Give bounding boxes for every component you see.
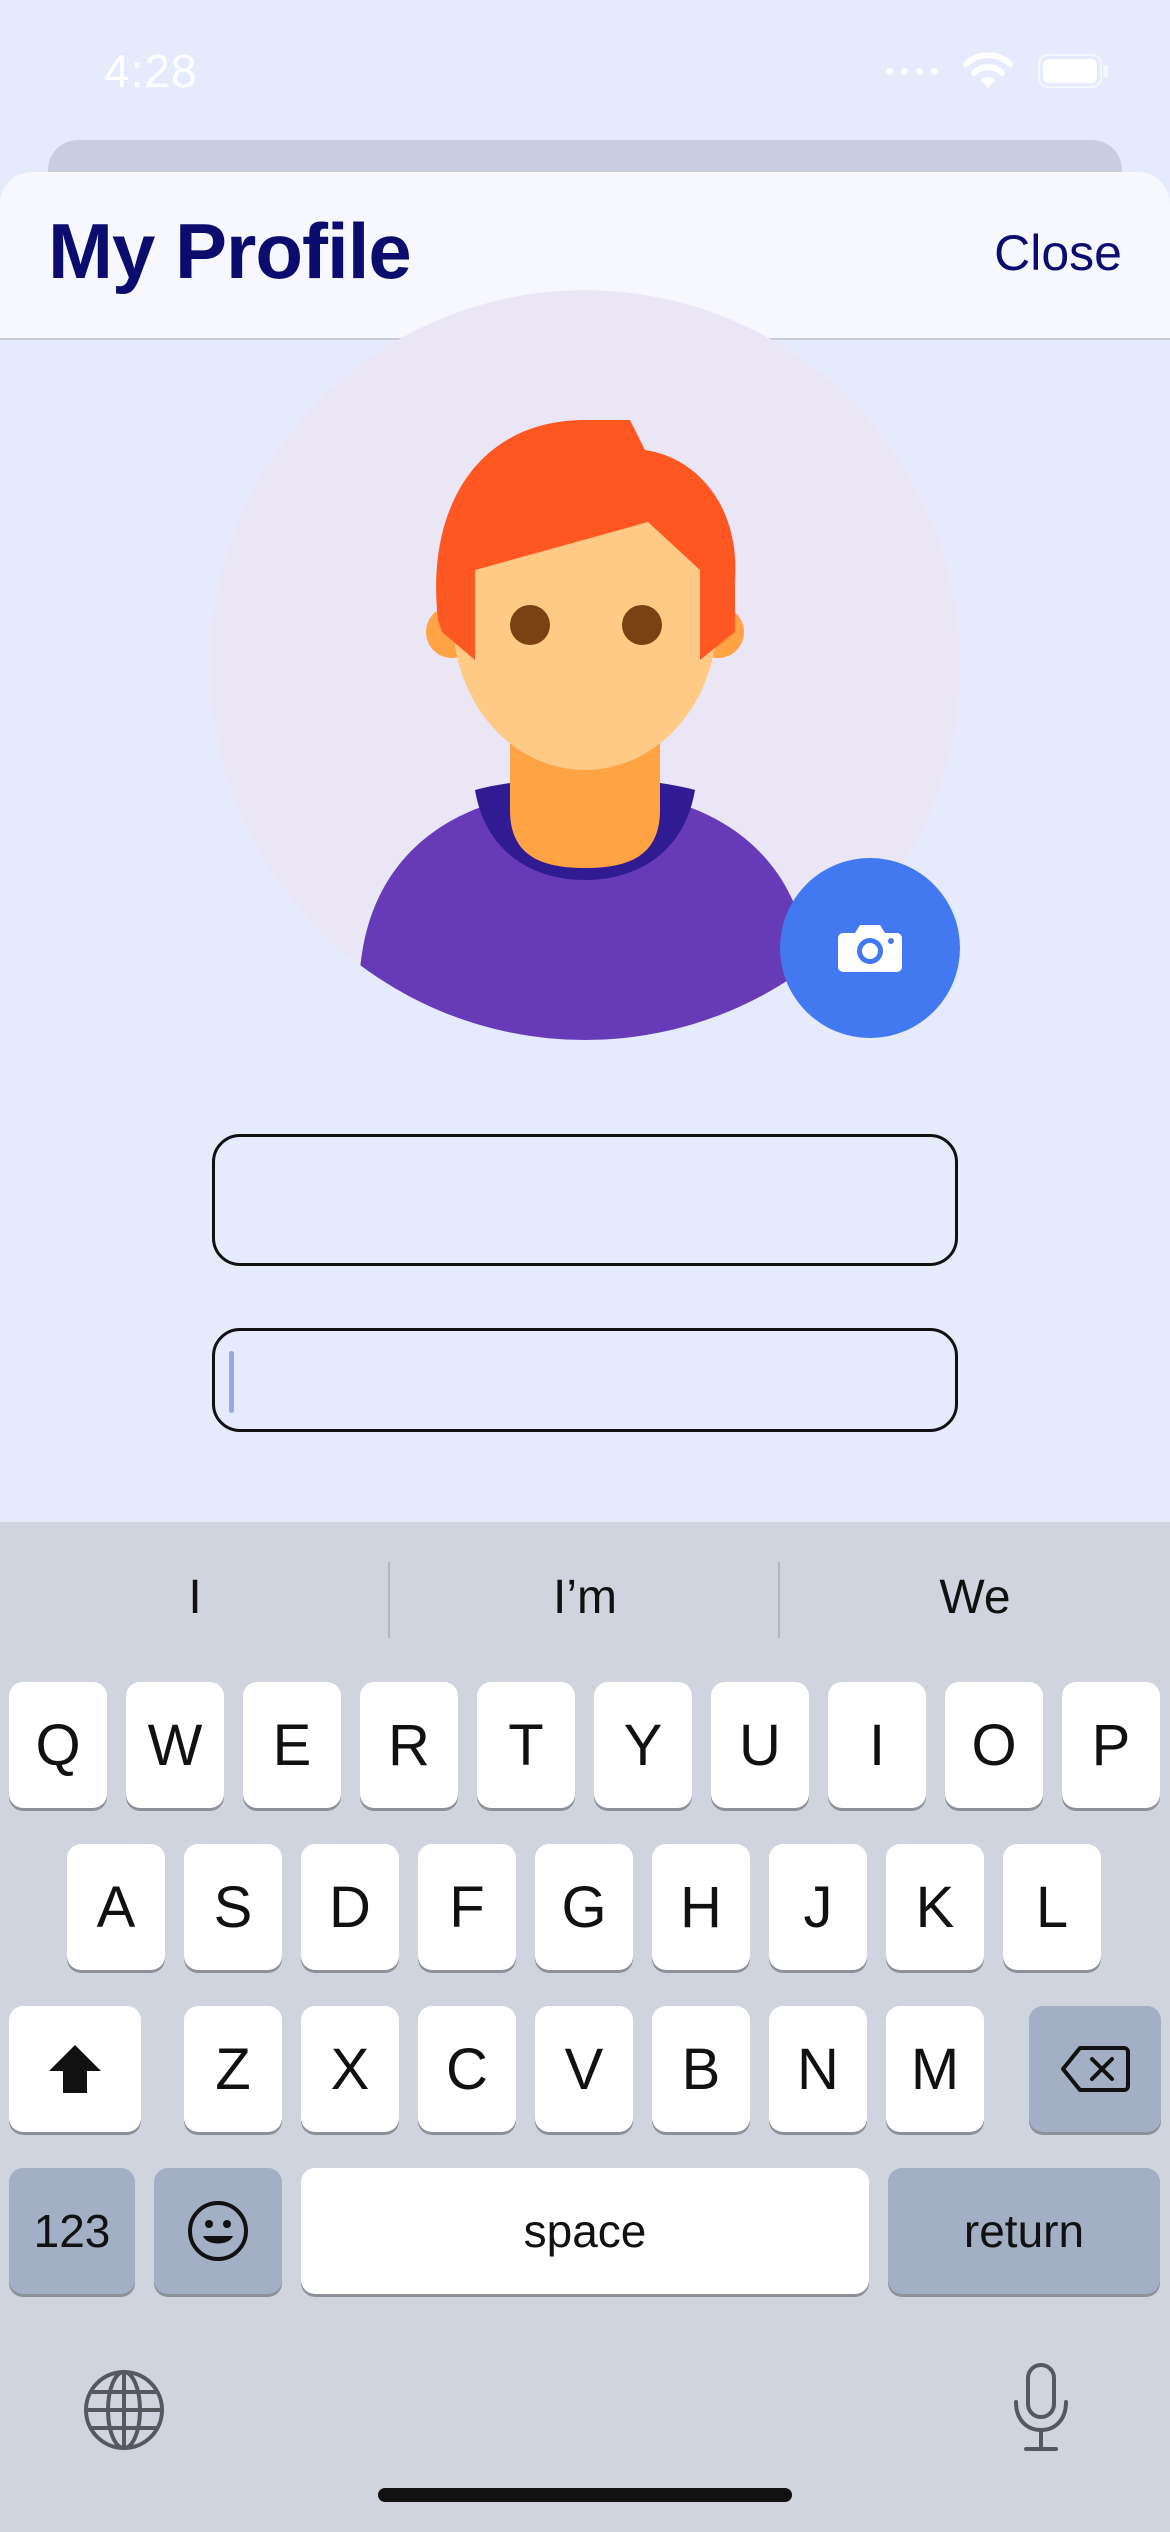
key-v[interactable]: V <box>535 2006 633 2132</box>
dictation-button[interactable] <box>1010 2362 1072 2459</box>
key-z[interactable]: Z <box>184 2006 282 2132</box>
backspace-key[interactable] <box>1029 2006 1161 2132</box>
key-p[interactable]: P <box>1062 1682 1160 1808</box>
key-o[interactable]: O <box>945 1682 1043 1808</box>
key-t[interactable]: T <box>477 1682 575 1808</box>
space-key[interactable]: space <box>301 2168 869 2294</box>
text-input-focused[interactable] <box>212 1328 958 1432</box>
suggestion-2[interactable]: I’m <box>390 1570 780 1625</box>
backspace-icon <box>1061 2046 1130 2092</box>
screen: 4:28 My Profile Close I I’m We Q W E R T… <box>0 0 1170 2532</box>
page-title: My Profile <box>48 207 412 295</box>
numbers-key[interactable]: 123 <box>9 2168 135 2294</box>
key-n[interactable]: N <box>769 2006 867 2132</box>
return-key[interactable]: return <box>888 2168 1160 2294</box>
name-field[interactable] <box>212 1134 958 1266</box>
status-icons <box>886 52 1110 90</box>
key-e[interactable]: E <box>243 1682 341 1808</box>
globe-button[interactable] <box>82 2368 166 2457</box>
emoji-icon <box>188 2201 248 2261</box>
key-r[interactable]: R <box>360 1682 458 1808</box>
emoji-key[interactable] <box>154 2168 282 2294</box>
status-time: 4:28 <box>104 45 198 97</box>
wifi-icon <box>963 52 1013 88</box>
key-j[interactable]: J <box>769 1844 867 1970</box>
shift-icon <box>49 2045 101 2093</box>
key-q[interactable]: Q <box>9 1682 107 1808</box>
key-a[interactable]: A <box>67 1844 165 1970</box>
suggestion-1[interactable]: I <box>0 1570 390 1625</box>
key-b[interactable]: B <box>652 2006 750 2132</box>
suggestion-3[interactable]: We <box>780 1570 1170 1625</box>
suggestion-bar: I I’m We <box>0 1522 1170 1678</box>
key-f[interactable]: F <box>418 1844 516 1970</box>
key-l[interactable]: L <box>1003 1844 1101 1970</box>
shift-key[interactable] <box>9 2006 141 2132</box>
key-s[interactable]: S <box>184 1844 282 1970</box>
key-w[interactable]: W <box>126 1682 224 1808</box>
text-cursor <box>229 1351 234 1413</box>
key-d[interactable]: D <box>301 1844 399 1970</box>
microphone-icon <box>1014 2363 1068 2451</box>
change-photo-button[interactable] <box>780 858 960 1038</box>
key-k[interactable]: K <box>886 1844 984 1970</box>
keyboard: I I’m We Q W E R T Y U I O P A S D F G H… <box>0 1522 1170 2532</box>
key-u[interactable]: U <box>711 1682 809 1808</box>
key-x[interactable]: X <box>301 2006 399 2132</box>
key-y[interactable]: Y <box>594 1682 692 1808</box>
home-indicator[interactable] <box>378 2488 792 2502</box>
key-i[interactable]: I <box>828 1682 926 1808</box>
key-h[interactable]: H <box>652 1844 750 1970</box>
camera-icon <box>838 925 902 972</box>
key-c[interactable]: C <box>418 2006 516 2132</box>
globe-icon <box>84 2370 164 2450</box>
close-button[interactable]: Close <box>994 224 1122 282</box>
cellular-signal-icon <box>886 67 938 75</box>
key-g[interactable]: G <box>535 1844 633 1970</box>
battery-icon <box>1038 54 1108 88</box>
key-m[interactable]: M <box>886 2006 984 2132</box>
